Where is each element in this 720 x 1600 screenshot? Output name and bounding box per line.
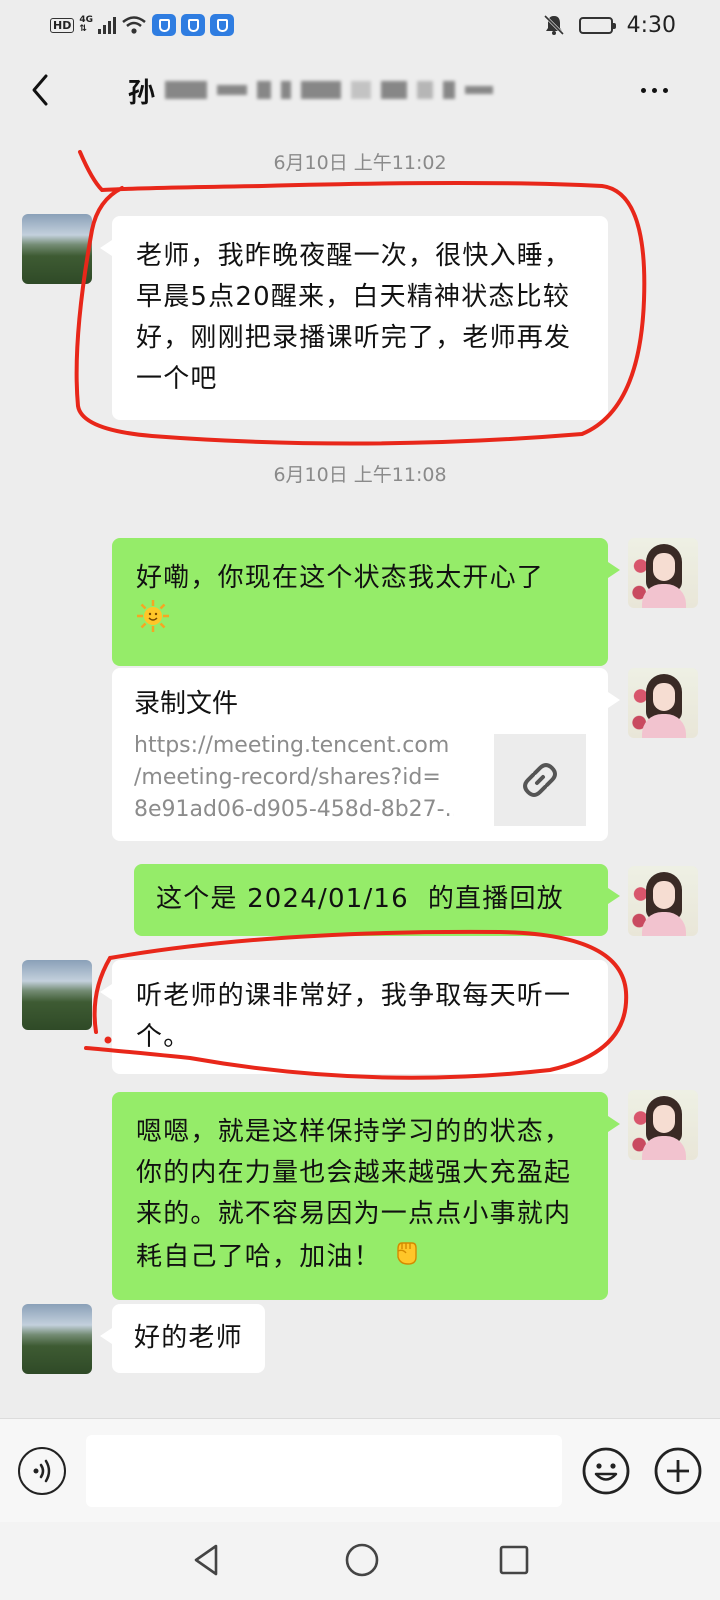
message-text: 听老师的课非常好，我争取每天听一个。 — [136, 981, 572, 1052]
app-notification-icon — [152, 14, 176, 36]
avatar-self[interactable] — [628, 1090, 698, 1160]
clock: 4:30 — [626, 12, 676, 38]
link-title: 录制文件 — [134, 689, 239, 719]
link-url-line: https://meeting.tencent.com — [134, 733, 450, 758]
timestamp: 6月10日 上午11:02 — [273, 152, 447, 174]
link-url-line: 8e91ad06-d905-458d-8b27-... — [134, 797, 454, 822]
avatar-contact[interactable] — [22, 214, 92, 284]
avatar-self[interactable] — [628, 866, 698, 936]
avatar-self[interactable] — [628, 668, 698, 738]
status-right: 4:30 — [543, 13, 676, 38]
message-bubble-outgoing[interactable]: 这个是 2024/01/16 的直播回放 — [134, 864, 620, 936]
message-text: 这个是 2024/01/16 的直播回放 — [156, 884, 564, 914]
contact-name: 孙 — [128, 77, 155, 109]
back-arrow-icon[interactable] — [24, 70, 60, 110]
avatar-contact[interactable] — [22, 1304, 92, 1374]
app-notification-icon — [210, 14, 234, 36]
arrows-icon: ⇅ — [79, 24, 87, 34]
link-url: https://meeting.tencent.com /meeting-rec… — [134, 730, 454, 826]
message-bubble-incoming[interactable]: 听老师的课非常好，我争取每天听一个。 — [100, 960, 608, 1074]
avatar-contact[interactable] — [22, 960, 92, 1030]
voice-icon[interactable] — [18, 1447, 66, 1495]
circle-home-icon[interactable] — [342, 1540, 382, 1580]
app-notification-icon — [181, 14, 205, 36]
message-text: 老师，我昨晚夜醒一次，很快入睡，早晨5点20醒来，白天精神状态比较好，刚刚把录播… — [136, 241, 572, 394]
more-options-icon[interactable] — [628, 72, 680, 108]
message-text: 好嘞，你现在这个状态我太开心了 — [136, 563, 545, 593]
timestamp: 6月10日 上午11:08 — [273, 464, 447, 486]
message-bubble-outgoing[interactable]: 好嘞，你现在这个状态我太开心了 — [112, 538, 620, 666]
avatar-self[interactable] — [628, 538, 698, 608]
redacted-name — [165, 81, 493, 99]
system-navigation-bar — [0, 1522, 720, 1600]
status-bar: HD 4G ⇅ 4:30 — [0, 0, 720, 50]
wifi-icon — [122, 16, 146, 34]
plus-icon[interactable] — [652, 1445, 704, 1497]
link-icon — [523, 763, 557, 797]
message-bubble-outgoing[interactable]: 嗯嗯，就是这样保持学习的的状态，你的内在力量也会越来越强大充盈起来的。就不容易因… — [112, 1092, 620, 1300]
triangle-back-icon[interactable] — [186, 1540, 226, 1580]
link-card[interactable]: 录制文件 https://meeting.tencent.com /meetin… — [112, 668, 620, 841]
hd-badge: HD — [50, 17, 75, 33]
input-bar — [0, 1418, 720, 1522]
message-bubble-incoming[interactable]: 老师，我昨晚夜醒一次，很快入睡，早晨5点20醒来，白天精神状态比较好，刚刚把录播… — [100, 216, 608, 420]
link-thumbnail — [494, 734, 586, 826]
network-type: 4G ⇅ — [79, 16, 93, 34]
fist-emoji-icon — [390, 1235, 422, 1280]
signal-icon — [98, 16, 116, 34]
message-input[interactable] — [86, 1435, 562, 1507]
message-bubble-incoming[interactable]: 好的老师 — [100, 1304, 265, 1373]
smiley-icon[interactable] — [580, 1445, 632, 1497]
chat-title: 孙 — [128, 70, 493, 110]
mute-bell-icon — [543, 14, 564, 36]
message-text: 嗯嗯，就是这样保持学习的的状态，你的内在力量也会越来越强大充盈起来的。就不容易因… — [136, 1117, 572, 1272]
link-url-line: /meeting-record/shares?id= — [134, 765, 441, 790]
status-left: HD 4G ⇅ — [50, 14, 234, 36]
square-recents-icon[interactable] — [494, 1540, 534, 1580]
sun-emoji-icon — [136, 599, 170, 646]
chat-header: 孙 — [0, 50, 720, 132]
message-text: 好的老师 — [134, 1323, 243, 1353]
battery-icon — [578, 16, 616, 34]
